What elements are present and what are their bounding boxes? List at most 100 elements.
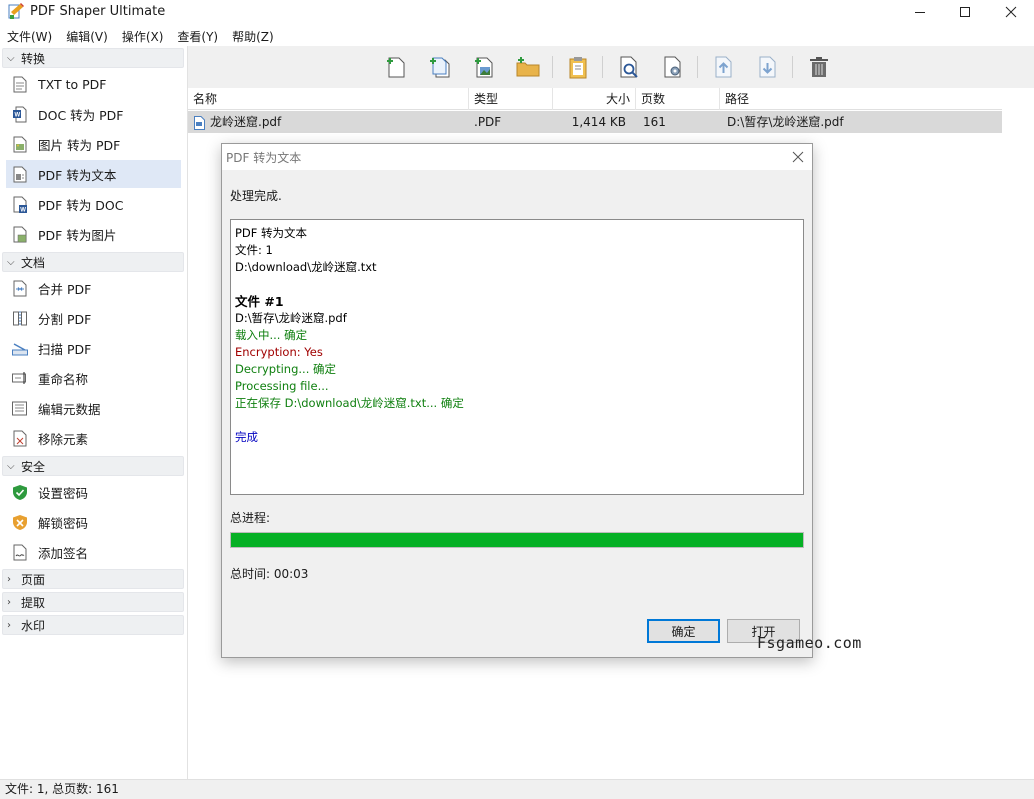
group-header-security[interactable]: ⌵ 安全 <box>2 456 184 476</box>
file-pages-cell: 161 <box>643 115 666 129</box>
file-name-cell: 龙岭迷窟.pdf <box>210 115 282 129</box>
close-icon <box>1005 6 1017 18</box>
window-title: PDF Shaper Ultimate <box>30 4 166 19</box>
word-doc-icon: W <box>12 105 28 123</box>
sidebar-item-merge-pdf[interactable]: 合并 PDF <box>6 274 181 302</box>
sidebar-item-label: 扫描 PDF <box>38 341 92 357</box>
sidebar-item-remove-elements[interactable]: 移除元素 <box>6 424 181 452</box>
add-image-icon <box>475 57 493 78</box>
sidebar-item-scan-pdf[interactable]: 扫描 PDF <box>6 334 181 362</box>
move-down-icon <box>759 56 776 78</box>
move-up-icon <box>715 56 732 78</box>
sidebar-item-txt-to-pdf[interactable]: TXT to PDF <box>6 70 181 98</box>
sidebar-item-rename[interactable]: 重命名称 <box>6 364 181 392</box>
group-label: 提取 <box>21 595 46 610</box>
sidebar-item-label: 分割 PDF <box>38 311 92 327</box>
menu-help[interactable]: 帮助(Z) <box>225 26 281 46</box>
sidebar-item-pdf-to-image[interactable]: PDF 转为图片 <box>6 220 181 248</box>
sidebar: ⌵ 转换 TXT to PDF W DOC 转为 PDF 图片 转为 PDF P… <box>0 46 188 779</box>
sidebar-item-set-password[interactable]: 设置密码 <box>6 478 181 506</box>
file-type-cell: .PDF <box>474 115 502 129</box>
column-header-type[interactable]: 类型 <box>469 88 553 110</box>
settings-button[interactable] <box>660 54 686 80</box>
elapsed-time: 总时间: 00:03 <box>230 567 309 581</box>
sidebar-item-image-to-pdf[interactable]: 图片 转为 PDF <box>6 130 181 158</box>
sidebar-item-pdf-to-doc[interactable]: W PDF 转为 DOC <box>6 190 181 218</box>
group-label: 安全 <box>21 459 46 474</box>
column-header-name[interactable]: 名称 <box>188 88 469 110</box>
sidebar-item-label: PDF 转为文本 <box>38 167 117 183</box>
log-output: PDF 转为文本 文件: 1 D:\download\龙岭迷窟.txt 文件 #1 D:… <box>230 219 804 495</box>
menu-view[interactable]: 查看(Y) <box>170 26 225 46</box>
vertical-scrollbar[interactable] <box>1002 88 1019 779</box>
sidebar-item-doc-to-pdf[interactable]: W DOC 转为 PDF <box>6 100 181 128</box>
log-line: Decrypting... 确定 <box>235 362 337 376</box>
file-size-cell: 1,414 KB <box>571 115 626 129</box>
progress-dialog: PDF 转为文本 处理完成. PDF 转为文本 文件: 1 D:\download\… <box>221 143 813 658</box>
log-line: 正在保存 D:\download\龙岭迷窟.txt... 确定 <box>235 396 464 410</box>
move-down-button[interactable] <box>755 54 781 80</box>
chevron-down-icon: ⌵ <box>7 52 15 64</box>
minimize-icon <box>915 12 925 13</box>
close-icon <box>792 151 804 163</box>
add-file-button[interactable] <box>383 54 409 80</box>
sidebar-item-pdf-to-text[interactable]: PDF 转为文本 <box>6 160 181 188</box>
dialog-title-bar: PDF 转为文本 <box>222 144 812 170</box>
ok-button[interactable]: 确定 <box>647 619 720 643</box>
add-files-button[interactable] <box>427 54 453 80</box>
split-icon <box>12 309 28 327</box>
column-header-size[interactable]: 大小 <box>553 88 636 110</box>
clipboard-button[interactable] <box>565 54 591 80</box>
move-up-button[interactable] <box>711 54 737 80</box>
progress-label: 总进程: <box>230 511 271 525</box>
shield-x-icon <box>12 513 28 531</box>
sidebar-item-label: 解锁密码 <box>38 515 89 531</box>
toolbar-separator <box>602 56 603 78</box>
sidebar-item-label: 添加签名 <box>38 545 89 561</box>
sidebar-item-edit-metadata[interactable]: 编辑元数据 <box>6 394 181 422</box>
delete-button[interactable] <box>806 54 832 80</box>
chevron-down-icon: ⌵ <box>7 460 15 472</box>
group-label: 页面 <box>21 572 46 587</box>
group-header-watermark[interactable]: › 水印 <box>2 615 184 635</box>
sidebar-item-label: 合并 PDF <box>38 281 92 297</box>
log-line: 文件: 1 <box>235 243 273 257</box>
add-image-button[interactable] <box>471 54 497 80</box>
shield-check-icon <box>12 483 28 501</box>
preview-button[interactable] <box>616 54 642 80</box>
sidebar-item-split-pdf[interactable]: 分割 PDF <box>6 304 181 332</box>
maximize-button[interactable] <box>942 0 988 24</box>
menu-edit[interactable]: 编辑(V) <box>59 26 115 46</box>
toolbar-separator <box>697 56 698 78</box>
chevron-right-icon: › <box>7 596 11 608</box>
sidebar-item-add-signature[interactable]: 添加签名 <box>6 538 181 566</box>
menu-file[interactable]: 文件(W) <box>0 26 59 46</box>
delete-icon <box>810 57 828 77</box>
minimize-button[interactable] <box>897 0 943 24</box>
chevron-right-icon: › <box>7 619 11 631</box>
app-logo-icon <box>8 3 24 19</box>
dialog-title: PDF 转为文本 <box>226 151 302 165</box>
group-header-convert[interactable]: ⌵ 转换 <box>2 48 184 68</box>
maximize-icon <box>960 7 970 17</box>
menu-action[interactable]: 操作(X) <box>115 26 171 46</box>
group-header-pages[interactable]: › 页面 <box>2 569 184 589</box>
add-files-icon <box>430 57 450 78</box>
sidebar-item-unlock-password[interactable]: 解锁密码 <box>6 508 181 536</box>
column-header-pages[interactable]: 页数 <box>636 88 720 110</box>
add-folder-button[interactable] <box>515 54 541 80</box>
preview-icon <box>620 56 638 78</box>
merge-icon <box>12 279 28 297</box>
group-header-extract[interactable]: › 提取 <box>2 592 184 612</box>
table-row[interactable]: 龙岭迷窟.pdf .PDF 1,414 KB 161 D:\暂存\龙岭迷窟.pd… <box>188 111 1002 133</box>
log-line: PDF 转为文本 <box>235 226 308 240</box>
dialog-status-text: 处理完成. <box>230 189 282 203</box>
group-header-document[interactable]: ⌵ 文档 <box>2 252 184 272</box>
sidebar-item-label: TXT to PDF <box>38 76 107 92</box>
signature-icon <box>12 543 28 561</box>
column-header-path[interactable]: 路径 <box>720 88 1002 110</box>
chevron-right-icon: › <box>7 573 11 585</box>
pdf-text-icon <box>12 165 28 183</box>
close-button[interactable] <box>988 0 1034 24</box>
dialog-close-button[interactable] <box>787 146 809 168</box>
